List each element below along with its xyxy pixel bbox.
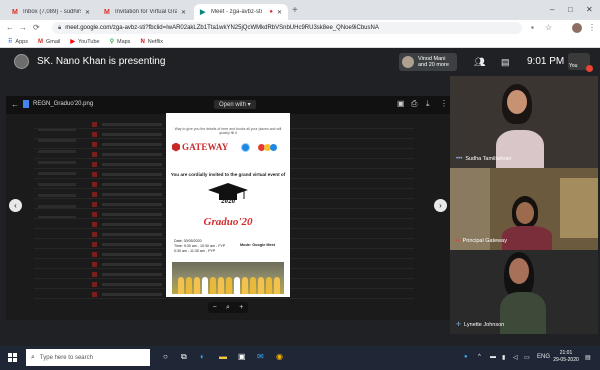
viewer-toolbar: ← REGN_Graduo'20.png Open with ▾ ▣ ⎙ ⤓ ⋮ — [6, 96, 450, 114]
recording-dot-icon: ● — [269, 9, 273, 15]
profile-avatar[interactable] — [572, 23, 582, 33]
bookmark-youtube[interactable]: ▶ YouTube — [70, 38, 99, 46]
event-details: Date: 30/05/2020 Time: 9:30 am - 10:30 a… — [174, 239, 226, 253]
windows-taskbar: ⌕ Type here to search ○ ⧉ ◐ ▬ ▣ ✉ ◉ ● ^ … — [0, 346, 600, 370]
print-icon[interactable]: ⎙ — [411, 99, 417, 109]
participants-chip[interactable]: Vinod Mani and 20 more — [399, 53, 457, 71]
star-icon[interactable]: ☆ — [545, 23, 552, 33]
youtube-icon: ▶ — [70, 39, 75, 45]
edge-icon[interactable]: ◐ — [200, 352, 205, 362]
image-file-icon — [23, 100, 29, 108]
zoom-search-icon[interactable]: ⌕ — [226, 304, 230, 312]
windows-start-icon[interactable] — [8, 353, 17, 362]
presenting-label: SK. Nano Khan is presenting — [37, 56, 166, 67]
cortana-icon[interactable]: ○ — [163, 352, 168, 362]
wall-background — [560, 178, 598, 238]
new-tab-button[interactable]: + — [292, 6, 298, 16]
participant-video — [498, 252, 550, 334]
graduation-poster: Way to give you the details of here and … — [166, 113, 290, 297]
gateway-logo: GATEWAY — [172, 142, 228, 152]
meet-icon: ▶ — [200, 8, 206, 16]
partner-logo — [258, 144, 280, 151]
notifications-icon[interactable]: ▤ — [585, 354, 591, 361]
download-icon[interactable]: ⤓ — [426, 99, 430, 109]
bookmarks-bar: ⠿ Apps M Gmail ▶ YouTube ⚲ Maps N Netflix — [0, 36, 600, 48]
tab-gmail-invitation[interactable]: M Invitation for Virtual Graduation ✕ — [98, 4, 192, 20]
zoom-in-button[interactable]: + — [239, 304, 243, 311]
back-arrow-icon[interactable]: ← — [11, 100, 19, 109]
self-view[interactable]: You — [568, 53, 593, 72]
bookmark-netflix[interactable]: N Netflix — [140, 39, 163, 45]
participant-video — [502, 190, 556, 250]
browser-window: M Inbox (7,089) - sudhirsingamal... ✕ M … — [0, 0, 600, 346]
bookmark-apps[interactable]: ⠿ Apps — [8, 38, 28, 46]
camera-icon[interactable]: ▪ — [531, 23, 534, 33]
zoom-controls: − ⌕ + — [208, 302, 248, 313]
reload-icon[interactable]: ⟳ — [33, 23, 40, 33]
participant-tile[interactable]: ✛ Lynette Johnson — [450, 250, 598, 334]
gateway-shield-icon — [172, 142, 180, 152]
tab-strip: M Inbox (7,089) - sudhirsingamal... ✕ M … — [0, 0, 600, 20]
menu-icon[interactable]: ⋮ — [588, 23, 596, 33]
tray-app-icon[interactable]: ▬ — [490, 354, 496, 360]
people-icon[interactable]: 👥︎ — [474, 57, 485, 67]
tab-meet[interactable]: ▶ Meet - zga-avbz-sti ● ✕ — [194, 4, 288, 20]
battery-icon[interactable]: ▮ — [502, 354, 505, 361]
file-name: REGN_Graduo'20.png — [33, 101, 94, 107]
gmail-icon: M — [37, 38, 43, 45]
browser-toolbar: ← → ⟳ 🔒︎ meet.google.com/zga-avbz-sti?fb… — [0, 20, 600, 36]
tab-gmail-inbox[interactable]: M Inbox (7,089) - sudhirsingamal... ✕ — [6, 4, 96, 20]
back-icon[interactable]: ← — [6, 23, 14, 33]
netflix-icon: N — [140, 38, 145, 45]
chevron-up-icon[interactable]: ^ — [478, 354, 481, 360]
close-tab-icon[interactable]: ✕ — [181, 9, 186, 16]
file-explorer-icon[interactable]: ▬ — [219, 352, 227, 362]
meet-header: SK. Nano Khan is presenting Vinod Mani a… — [0, 48, 600, 76]
participant-tile[interactable]: ● Principal Gateway — [450, 168, 598, 250]
volume-icon[interactable]: ◁ — [513, 354, 518, 361]
more-icon[interactable]: ⋮ — [440, 99, 448, 108]
taskbar-search[interactable]: ⌕ Type here to search — [26, 349, 150, 366]
minimize-icon[interactable]: – — [550, 5, 554, 14]
gmail-icon: M — [12, 8, 18, 16]
people-tray-icon[interactable]: ● — [464, 354, 468, 360]
comment-icon[interactable]: ▣ — [397, 99, 405, 108]
language-indicator[interactable]: ENG — [537, 354, 550, 360]
apps-icon: ⠿ — [8, 39, 13, 45]
forward-icon[interactable]: → — [19, 23, 27, 33]
gmail-icon: M — [104, 8, 110, 16]
bookmark-gmail[interactable]: M Gmail — [38, 39, 60, 45]
group-photo — [172, 262, 284, 294]
previous-arrow-icon[interactable]: ‹ — [9, 199, 22, 212]
participant-tile[interactable]: ••• Sudha Tamilselvan — [450, 76, 598, 168]
open-with-button[interactable]: Open with ▾ — [214, 100, 256, 109]
next-arrow-icon[interactable]: › — [434, 199, 447, 212]
network-icon[interactable]: ▭ — [524, 354, 530, 361]
mic-off-icon — [586, 65, 593, 72]
chrome-icon[interactable]: ◉ — [276, 352, 283, 362]
participant-avatar — [402, 56, 414, 68]
mail-icon[interactable]: ✉ — [257, 352, 264, 362]
maps-icon: ⚲ — [109, 39, 114, 45]
pin-icon: ✛ — [456, 322, 462, 328]
maximize-icon[interactable]: □ — [568, 5, 573, 14]
close-window-icon[interactable]: ✕ — [586, 5, 593, 14]
mic-off-icon: ● — [456, 238, 460, 244]
meet-bottom-bar — [0, 322, 450, 346]
presenter-avatar — [14, 54, 29, 69]
lock-icon: 🔒︎ — [58, 24, 62, 31]
close-tab-icon[interactable]: ✕ — [277, 9, 282, 16]
chat-icon[interactable]: ▤ — [501, 57, 510, 67]
task-view-icon[interactable]: ⧉ — [181, 352, 187, 362]
school-seal-logo — [241, 143, 250, 152]
store-icon[interactable]: ▣ — [238, 352, 246, 362]
close-tab-icon[interactable]: ✕ — [85, 9, 90, 16]
address-bar[interactable]: 🔒︎ meet.google.com/zga-avbz-sti?fbclid=I… — [52, 22, 522, 34]
taskbar-clock[interactable]: 21:01 29-05-2020 — [553, 350, 579, 364]
zoom-out-button[interactable]: − — [213, 304, 217, 311]
search-icon: ⌕ — [31, 353, 35, 361]
audio-level-icon: ••• — [456, 156, 463, 162]
bookmark-maps[interactable]: ⚲ Maps — [109, 38, 131, 46]
meet-clock: 9:01 PM — [527, 56, 565, 67]
